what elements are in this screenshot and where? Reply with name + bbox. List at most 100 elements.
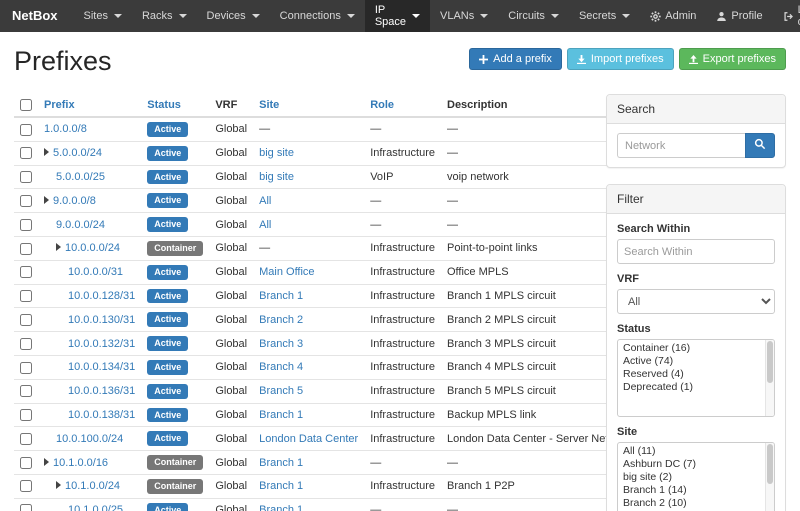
site-link[interactable]: Main Office	[259, 266, 314, 278]
nav-item-connections[interactable]: Connections	[270, 0, 365, 32]
listbox-option[interactable]: Reserved (4)	[618, 368, 764, 381]
export-prefixes-button[interactable]: Export prefixes	[679, 48, 786, 70]
prefix-link[interactable]: 1.0.0.0/8	[44, 123, 87, 135]
prefix-link[interactable]: 9.0.0.0/24	[56, 219, 105, 231]
search-panel: Search	[606, 94, 786, 168]
prefix-link[interactable]: 10.0.0.132/31	[68, 338, 135, 350]
listbox-option[interactable]: Active (74)	[618, 355, 764, 368]
column-header-role[interactable]: Role	[370, 99, 394, 111]
site-listbox-scrollbar[interactable]	[765, 443, 774, 511]
row-checkbox[interactable]	[20, 124, 32, 136]
site-link[interactable]: London Data Center	[259, 433, 358, 445]
prefix-link[interactable]: 5.0.0.0/24	[53, 147, 102, 159]
site-link[interactable]: Branch 2	[259, 314, 303, 326]
site-link[interactable]: Branch 1	[259, 290, 303, 302]
expand-arrow-icon[interactable]	[44, 458, 49, 466]
prefix-link[interactable]: 10.1.0.0/25	[68, 504, 123, 511]
listbox-option[interactable]: Branch 2 (10)	[618, 497, 764, 510]
nav-item-label: Connections	[280, 10, 341, 22]
row-checkbox[interactable]	[20, 433, 32, 445]
site-link[interactable]: All	[259, 195, 271, 207]
site-link[interactable]: Branch 1	[259, 504, 303, 511]
listbox-option[interactable]: big site (2)	[618, 471, 764, 484]
expand-arrow-icon[interactable]	[44, 196, 49, 204]
site-link[interactable]: All	[259, 219, 271, 231]
search-button[interactable]	[745, 133, 775, 158]
nav-item-circuits[interactable]: Circuits	[498, 0, 569, 32]
site-listbox[interactable]: All (11)Ashburn DC (7)big site (2)Branch…	[617, 442, 775, 511]
admin-link[interactable]: Admin	[640, 0, 706, 32]
nav-item-vlans[interactable]: VLANs	[430, 0, 498, 32]
site-link[interactable]: Branch 5	[259, 385, 303, 397]
search-input[interactable]	[617, 133, 745, 158]
nav-item-secrets[interactable]: Secrets	[569, 0, 640, 32]
row-checkbox[interactable]	[20, 290, 32, 302]
site-link[interactable]: Branch 1	[259, 480, 303, 492]
vrf-select[interactable]: All	[617, 289, 775, 314]
role-cell: Infrastructure	[364, 141, 441, 165]
site-link[interactable]: Branch 1	[259, 409, 303, 421]
expand-arrow-icon[interactable]	[44, 148, 49, 156]
row-checkbox[interactable]	[20, 385, 32, 397]
row-checkbox[interactable]	[20, 338, 32, 350]
status-listbox-scrollbar[interactable]	[765, 340, 774, 416]
profile-link[interactable]: Profile	[706, 0, 772, 32]
listbox-option[interactable]: All (11)	[618, 445, 764, 458]
prefix-link[interactable]: 10.1.0.0/24	[65, 480, 120, 492]
column-header-status[interactable]: Status	[147, 99, 181, 111]
prefix-link[interactable]: 10.0.100.0/24	[56, 433, 123, 445]
expand-arrow-icon[interactable]	[56, 243, 61, 251]
site-link[interactable]: big site	[259, 171, 294, 183]
scrollbar-thumb[interactable]	[767, 341, 773, 383]
prefix-link[interactable]: 10.0.0.128/31	[68, 290, 135, 302]
row-checkbox[interactable]	[20, 362, 32, 374]
listbox-option[interactable]: Deprecated (1)	[618, 381, 764, 394]
row-checkbox[interactable]	[20, 219, 32, 231]
prefix-link[interactable]: 10.0.0.0/31	[68, 266, 123, 278]
logout-link[interactable]: Log out	[773, 0, 800, 32]
listbox-option[interactable]: Branch 1 (14)	[618, 484, 764, 497]
import-prefixes-button[interactable]: Import prefixes	[567, 48, 674, 70]
row-checkbox[interactable]	[20, 195, 32, 207]
brand-link[interactable]: NetBox	[12, 0, 58, 32]
table-row: 10.0.0.134/31 Active Global Branch 4 Inf…	[14, 356, 638, 380]
row-checkbox[interactable]	[20, 314, 32, 326]
column-header-site[interactable]: Site	[259, 99, 279, 111]
prefix-link[interactable]: 10.0.0.136/31	[68, 385, 135, 397]
prefix-link[interactable]: 9.0.0.0/8	[53, 195, 96, 207]
prefix-link[interactable]: 10.0.0.0/24	[65, 242, 120, 254]
row-checkbox[interactable]	[20, 243, 32, 255]
prefix-link[interactable]: 10.1.0.0/16	[53, 457, 108, 469]
column-header-prefix[interactable]: Prefix	[44, 99, 75, 111]
table-row: 5.0.0.0/24 Active Global big site Infras…	[14, 141, 638, 165]
site-link[interactable]: Branch 4	[259, 361, 303, 373]
row-checkbox[interactable]	[20, 457, 32, 469]
nav-item-racks[interactable]: Racks	[132, 0, 197, 32]
prefix-link[interactable]: 5.0.0.0/25	[56, 171, 105, 183]
site-link[interactable]: big site	[259, 147, 294, 159]
nav-item-ip-space[interactable]: IP Space	[365, 0, 430, 32]
site-cell: Branch 5	[253, 379, 364, 403]
prefix-link[interactable]: 10.0.0.130/31	[68, 314, 135, 326]
row-checkbox[interactable]	[20, 480, 32, 492]
row-checkbox[interactable]	[20, 171, 32, 183]
site-link[interactable]: Branch 1	[259, 457, 303, 469]
row-checkbox[interactable]	[20, 147, 32, 159]
status-listbox[interactable]: Container (16)Active (74)Reserved (4)Dep…	[617, 339, 775, 417]
prefix-link[interactable]: 10.0.0.138/31	[68, 409, 135, 421]
listbox-option[interactable]: Ashburn DC (7)	[618, 458, 764, 471]
scrollbar-thumb[interactable]	[767, 444, 773, 484]
expand-arrow-icon[interactable]	[56, 481, 61, 489]
listbox-option[interactable]: Container (16)	[618, 342, 764, 355]
select-all-checkbox[interactable]	[20, 99, 32, 111]
site-link[interactable]: Branch 3	[259, 338, 303, 350]
prefix-link[interactable]: 10.0.0.134/31	[68, 361, 135, 373]
row-checkbox[interactable]	[20, 409, 32, 421]
search-within-input[interactable]	[617, 239, 775, 264]
vrf-cell: Global	[209, 141, 253, 165]
row-checkbox[interactable]	[20, 266, 32, 278]
add-prefix-button[interactable]: Add a prefix	[469, 48, 562, 70]
nav-item-sites[interactable]: Sites	[74, 0, 132, 32]
nav-item-devices[interactable]: Devices	[197, 0, 270, 32]
row-checkbox[interactable]	[20, 504, 32, 511]
